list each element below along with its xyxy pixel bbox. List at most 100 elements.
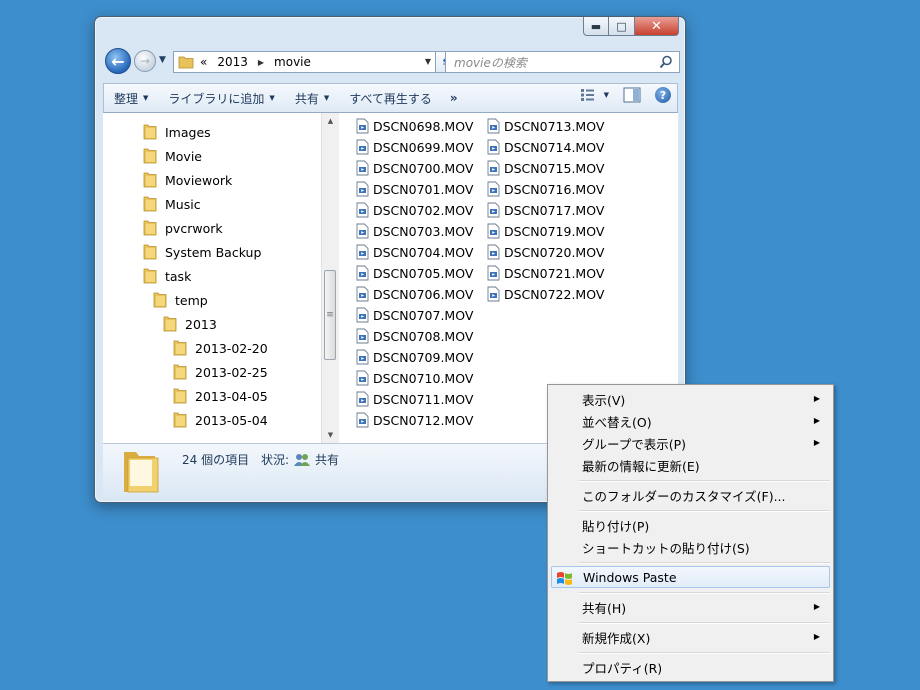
file-name: DSCN0710.MOV bbox=[373, 370, 474, 386]
menu-item-refresh[interactable]: 最新の情報に更新(E) bbox=[551, 454, 830, 476]
menu-label: 貼り付け(P) bbox=[582, 518, 650, 534]
tree-scrollbar[interactable]: ▲ ≡ ▼ bbox=[321, 113, 339, 443]
menu-item-group-by[interactable]: グループで表示(P) ▶ bbox=[551, 432, 830, 454]
menu-item-properties[interactable]: プロパティ(R) bbox=[551, 656, 830, 678]
file-item[interactable]: DSCN0722.MOV bbox=[487, 284, 604, 304]
submenu-arrow-icon: ▶ bbox=[813, 438, 820, 447]
tree-item-2013-04-05[interactable]: 2013-04-05 bbox=[173, 386, 268, 406]
file-item[interactable]: DSCN0708.MOV bbox=[356, 326, 473, 346]
file-item[interactable]: DSCN0700.MOV bbox=[356, 158, 473, 178]
scroll-thumb[interactable]: ≡ bbox=[324, 270, 336, 360]
help-icon[interactable]: ? bbox=[655, 87, 671, 103]
tree-item-2013-02-20[interactable]: 2013-02-20 bbox=[173, 338, 268, 358]
file-name: DSCN0702.MOV bbox=[373, 202, 474, 218]
file-item[interactable]: DSCN0702.MOV bbox=[356, 200, 473, 220]
file-item[interactable]: DSCN0716.MOV bbox=[487, 179, 604, 199]
tree-item-temp[interactable]: temp bbox=[153, 290, 208, 310]
file-item[interactable]: DSCN0710.MOV bbox=[356, 368, 473, 388]
tree-item-label: 2013-02-20 bbox=[195, 340, 268, 356]
breadcrumb-separator-icon[interactable]: ▶ bbox=[258, 58, 264, 67]
file-item[interactable]: DSCN0706.MOV bbox=[356, 284, 473, 304]
tree-item-task[interactable]: task bbox=[143, 266, 191, 286]
menu-label: 表示(V) bbox=[582, 392, 626, 408]
tree-item-label: Movie bbox=[165, 148, 202, 164]
file-name: DSCN0715.MOV bbox=[504, 160, 605, 176]
file-item[interactable]: DSCN0721.MOV bbox=[487, 263, 604, 283]
menu-item-view[interactable]: 表示(V) ▶ bbox=[551, 388, 830, 410]
organize-button[interactable]: 整理 ▼ bbox=[104, 85, 158, 111]
add-to-library-button[interactable]: ライブラリに追加 ▼ bbox=[158, 85, 284, 111]
file-item[interactable]: DSCN0711.MOV bbox=[356, 389, 473, 409]
file-item[interactable]: DSCN0714.MOV bbox=[487, 137, 604, 157]
breadcrumb-item-2013[interactable]: 2013 bbox=[217, 55, 248, 69]
breadcrumb-item-movie[interactable]: movie bbox=[274, 55, 311, 69]
more-commands-button[interactable]: » bbox=[442, 85, 466, 111]
menu-item-new[interactable]: 新規作成(X) ▶ bbox=[551, 626, 830, 648]
tree-item-moviework[interactable]: Moviework bbox=[143, 170, 232, 190]
tree-item-music[interactable]: Music bbox=[143, 194, 201, 214]
video-file-icon bbox=[487, 265, 500, 281]
file-item[interactable]: DSCN0709.MOV bbox=[356, 347, 473, 367]
file-name: DSCN0704.MOV bbox=[373, 244, 474, 260]
search-icon[interactable] bbox=[659, 55, 673, 69]
file-item[interactable]: DSCN0713.MOV bbox=[487, 116, 604, 136]
tree-item-pvcrwork[interactable]: pvcrwork bbox=[143, 218, 223, 238]
large-folder-icon bbox=[124, 452, 159, 493]
share-label: 共有 bbox=[294, 91, 319, 106]
folder-icon bbox=[173, 412, 187, 428]
file-item[interactable]: DSCN0704.MOV bbox=[356, 242, 473, 262]
folder-icon bbox=[143, 220, 157, 236]
file-item[interactable]: DSCN0698.MOV bbox=[356, 116, 473, 136]
play-all-button[interactable]: すべて再生する bbox=[339, 85, 442, 111]
menu-item-sort-by[interactable]: 並べ替え(O) ▶ bbox=[551, 410, 830, 432]
menu-separator bbox=[579, 480, 830, 482]
tree-item-system-backup[interactable]: System Backup bbox=[143, 242, 261, 262]
file-name: DSCN0711.MOV bbox=[373, 391, 474, 407]
menu-label: Windows Paste bbox=[583, 569, 677, 585]
back-button[interactable]: ← bbox=[105, 48, 131, 74]
minimize-button[interactable]: ▬ bbox=[583, 17, 609, 36]
search-input[interactable]: movieの検索 bbox=[445, 51, 680, 73]
file-item[interactable]: DSCN0720.MOV bbox=[487, 242, 604, 262]
tree-item-label: System Backup bbox=[165, 244, 262, 260]
menu-item-windows-paste[interactable]: Windows Paste bbox=[551, 566, 830, 588]
maximize-button[interactable]: □ bbox=[609, 17, 635, 36]
tree-item-images[interactable]: Images bbox=[143, 122, 211, 142]
file-item[interactable]: DSCN0719.MOV bbox=[487, 221, 604, 241]
file-item[interactable]: DSCN0715.MOV bbox=[487, 158, 604, 178]
forward-button[interactable]: → bbox=[134, 50, 156, 72]
video-file-icon bbox=[356, 412, 369, 428]
share-state: 状況: 共有 bbox=[261, 451, 339, 468]
close-button[interactable]: ✕ bbox=[635, 17, 679, 36]
address-bar[interactable]: « 2013 ▶ movie ▼ bbox=[173, 51, 436, 73]
tree-item-2013[interactable]: 2013 bbox=[163, 314, 217, 334]
menu-label: ショートカットの貼り付け(S) bbox=[582, 540, 750, 556]
tree-item-2013-05-04[interactable]: 2013-05-04 bbox=[173, 410, 268, 430]
file-item[interactable]: DSCN0707.MOV bbox=[356, 305, 473, 325]
share-button[interactable]: 共有 ▼ bbox=[285, 85, 339, 111]
scroll-up-icon[interactable]: ▲ bbox=[322, 113, 339, 129]
address-dropdown-icon[interactable]: ▼ bbox=[425, 57, 431, 66]
menu-item-paste-shortcut[interactable]: ショートカットの貼り付け(S) bbox=[551, 536, 830, 558]
menu-item-share[interactable]: 共有(H) ▶ bbox=[551, 596, 830, 618]
tree-item-2013-02-25[interactable]: 2013-02-25 bbox=[173, 362, 268, 382]
file-item[interactable]: DSCN0701.MOV bbox=[356, 179, 473, 199]
context-menu: 表示(V) ▶ 並べ替え(O) ▶ グループで表示(P) ▶ 最新の情報に更新(… bbox=[547, 384, 834, 682]
change-view-button[interactable]: ▼ bbox=[580, 88, 609, 102]
tree-item-label: task bbox=[165, 268, 192, 284]
recent-pages-dropdown[interactable]: ▼ bbox=[159, 55, 166, 65]
menu-item-customize-folder[interactable]: このフォルダーのカスタマイズ(F)... bbox=[551, 484, 830, 506]
file-item[interactable]: DSCN0703.MOV bbox=[356, 221, 473, 241]
file-item[interactable]: DSCN0712.MOV bbox=[356, 410, 473, 430]
tree-item-label: 2013 bbox=[185, 316, 217, 332]
preview-pane-icon[interactable] bbox=[623, 87, 641, 103]
scroll-down-icon[interactable]: ▼ bbox=[322, 427, 339, 443]
menu-item-paste[interactable]: 貼り付け(P) bbox=[551, 514, 830, 536]
file-name: DSCN0722.MOV bbox=[504, 286, 605, 302]
breadcrumb-overflow[interactable]: « bbox=[200, 55, 207, 69]
file-item[interactable]: DSCN0717.MOV bbox=[487, 200, 604, 220]
video-file-icon bbox=[356, 244, 369, 260]
tree-item-movie[interactable]: Movie bbox=[143, 146, 202, 166]
file-item[interactable]: DSCN0705.MOV bbox=[356, 263, 473, 283]
file-item[interactable]: DSCN0699.MOV bbox=[356, 137, 473, 157]
